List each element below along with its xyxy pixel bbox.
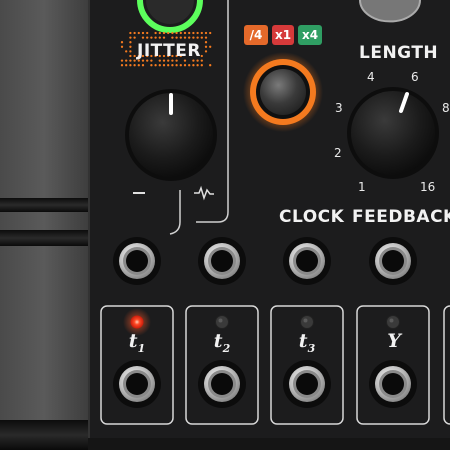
jack-clock-in[interactable] [283,237,331,285]
rate-button[interactable] [243,52,323,132]
panel-bottom-edge [88,438,450,450]
jack-in-1[interactable] [113,237,161,285]
led-t2 [215,315,229,329]
output-label-t3: t3 [298,330,316,355]
rail-bar-bottom [0,420,88,450]
jack-out-t1[interactable] [113,360,161,408]
rate-badge-x4[interactable]: x4 [298,25,322,45]
clock-label: CLOCK [279,207,345,227]
rate-badge-div4[interactable]: /4 [244,25,268,45]
jack-out-t3[interactable] [283,360,331,408]
length-scale-1: 1 [358,180,366,194]
output-label-t1: t1 [128,330,146,355]
jack-out-t2[interactable] [198,360,246,408]
feedback-label: FEEDBACK [352,207,450,227]
jack-out-y[interactable] [369,360,417,408]
length-scale-8: 8 [442,101,450,115]
jitter-knob[interactable] [125,89,217,181]
length-knob[interactable] [347,87,439,179]
length-scale-3: 3 [335,101,343,115]
led-y [386,315,400,329]
jitter-label: JITTER [137,41,201,61]
output-label-t2: t2 [213,330,231,355]
length-scale-16: 16 [420,180,436,194]
rail-bar-lower [0,230,88,246]
case-rail [0,0,88,450]
output-label-y: Y [387,330,401,352]
length-scale-4: 4 [367,70,375,84]
rate-badge-x1[interactable]: x1 [272,25,294,45]
jack-in-2[interactable] [198,237,246,285]
led-t3 [300,315,314,329]
rail-bar-upper [0,198,88,212]
jack-feedback-in[interactable] [369,237,417,285]
length-scale-2: 2 [334,146,342,160]
length-label: LENGTH [359,43,439,63]
length-scale-6: 6 [411,70,419,84]
